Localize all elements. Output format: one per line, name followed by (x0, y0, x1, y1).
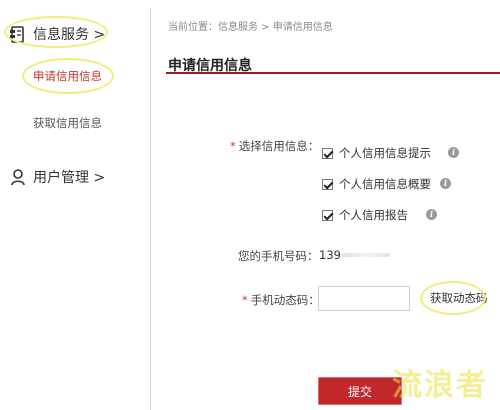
phone-number-value: 139 (319, 248, 341, 262)
nav-user-management-label: 用户管理 > (33, 170, 106, 186)
nav-user-management[interactable]: 用户管理 > (9, 167, 105, 187)
checkbox-checked[interactable] (322, 209, 333, 221)
get-dynamic-code-button[interactable]: 获取动态码 (430, 290, 488, 306)
document-icon (9, 25, 27, 43)
sidebar: 信息服务 > 申请信用信息 获取信用信息 用户管理 > (0, 0, 150, 410)
option-label: 个人信用信息提示 (339, 146, 431, 160)
dynamic-code-label: * 手机动态码： (242, 293, 320, 307)
title-divider (166, 72, 500, 74)
option-credit-report[interactable]: 个人信用报告 (322, 207, 408, 223)
select-credit-info-label: * 选择信用信息： (230, 139, 320, 153)
submit-button[interactable]: 提交 (318, 377, 402, 405)
sidebar-item-get-credit-info[interactable]: 获取信用信息 (33, 115, 102, 131)
dynamic-code-input[interactable] (318, 286, 410, 311)
nav-info-services[interactable]: 信息服务 > (9, 24, 105, 44)
info-icon[interactable]: i (448, 147, 459, 158)
info-icon[interactable]: i (426, 209, 437, 220)
option-label: 个人信用报告 (339, 208, 408, 222)
option-credit-info-summary[interactable]: 个人信用信息概要 (322, 176, 431, 192)
option-label: 个人信用信息概要 (339, 177, 431, 191)
phone-label: 您的手机号码： (238, 249, 319, 263)
nav-info-services-label: 信息服务 > (33, 27, 106, 43)
option-credit-info-prompt[interactable]: 个人信用信息提示 (322, 145, 431, 161)
checkbox-checked[interactable] (322, 178, 333, 190)
sidebar-divider (150, 8, 151, 410)
phone-mask-blur (342, 253, 390, 257)
breadcrumb: 当前位置：信息服务 > 申请信用信息 (168, 22, 333, 33)
user-icon (9, 168, 27, 186)
sidebar-item-apply-credit-info[interactable]: 申请信用信息 (33, 68, 102, 84)
checkbox-checked[interactable] (322, 147, 333, 159)
info-icon[interactable]: i (440, 178, 451, 189)
watermark: 流浪者 (392, 368, 488, 403)
